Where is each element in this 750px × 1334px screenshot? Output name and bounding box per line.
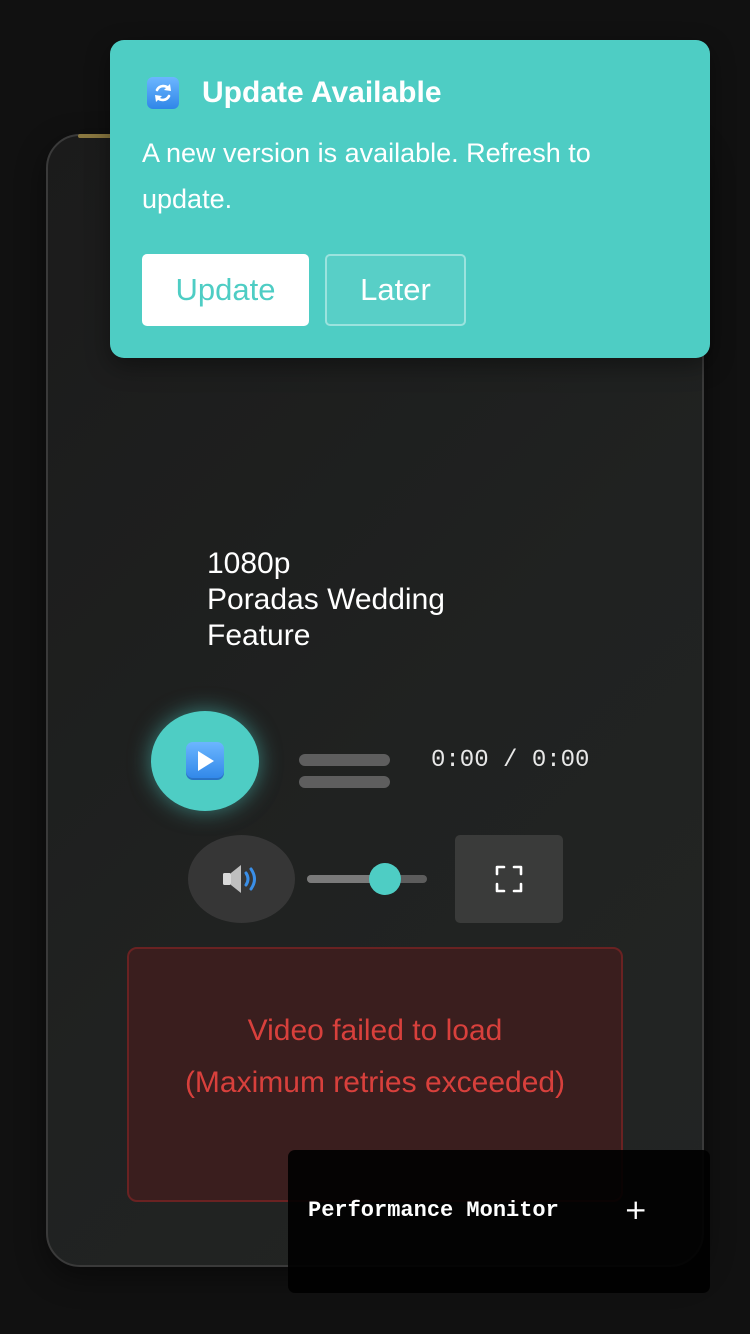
volume-slider-thumb[interactable] xyxy=(369,863,401,895)
progress-track[interactable] xyxy=(299,754,390,766)
buffer-track xyxy=(299,776,390,788)
speaker-icon xyxy=(222,865,256,893)
play-icon xyxy=(186,742,224,780)
fullscreen-icon xyxy=(495,865,523,893)
time-display: 0:00 / 0:00 xyxy=(431,747,590,774)
performance-monitor-title: Performance Monitor xyxy=(308,1198,559,1223)
error-title: Video failed to load xyxy=(247,1014,503,1047)
video-quality-label: 1080p xyxy=(207,547,291,580)
update-button[interactable]: Update xyxy=(142,254,309,326)
play-button[interactable] xyxy=(151,711,259,811)
volume-slider[interactable] xyxy=(307,863,427,895)
update-toast-message: A new version is available. Refresh to u… xyxy=(142,138,591,214)
update-toast-header: Update Available xyxy=(147,76,442,110)
mute-button[interactable] xyxy=(188,835,295,923)
update-toast-title: Update Available xyxy=(202,76,442,109)
video-title-line-2: Feature xyxy=(207,619,311,652)
progress-bar[interactable] xyxy=(299,754,391,788)
error-detail: (Maximum retries exceeded) xyxy=(184,1066,566,1099)
video-title-line-1: Poradas Wedding xyxy=(207,583,445,616)
video-info: 1080p Poradas Wedding Feature xyxy=(207,546,507,654)
app-root: 1080p Poradas Wedding Feature 0:00 / 0:0… xyxy=(0,0,750,1334)
later-button[interactable]: Later xyxy=(325,254,466,326)
update-toast: Update Available A new version is availa… xyxy=(110,40,710,358)
performance-monitor-expand-button[interactable]: + xyxy=(624,1195,647,1225)
performance-monitor-panel: Performance Monitor + xyxy=(288,1150,710,1293)
fullscreen-button[interactable] xyxy=(455,835,563,923)
refresh-icon xyxy=(147,77,179,109)
